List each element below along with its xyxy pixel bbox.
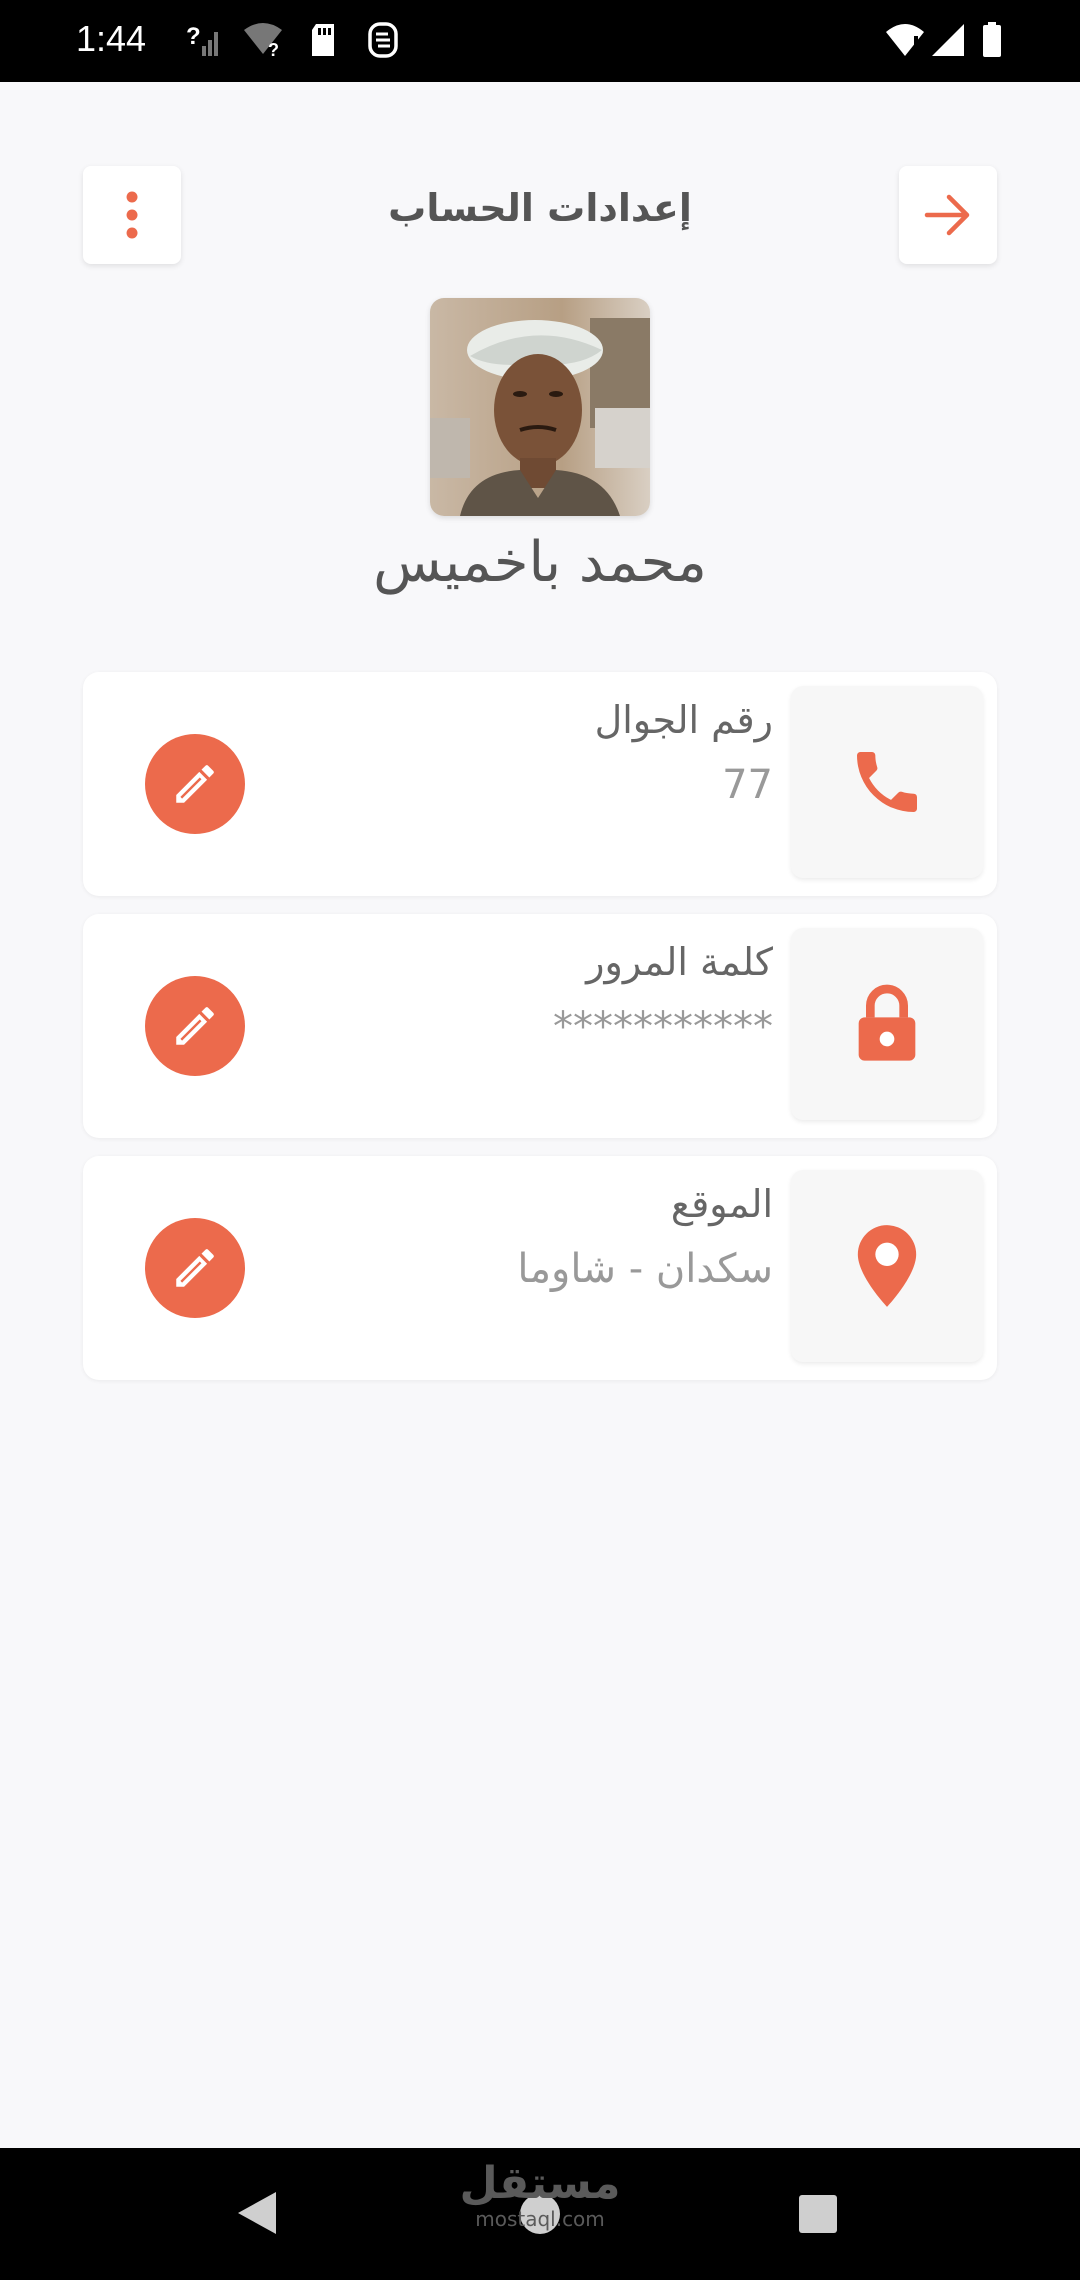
avatar[interactable] (430, 298, 650, 516)
watermark-latin: mostaql.com (475, 2207, 605, 2231)
edit-password-button[interactable] (145, 976, 245, 1076)
phone-card: رقم الجوال 77 (83, 672, 997, 896)
svg-text:?: ? (268, 40, 279, 60)
svg-text:?: ? (186, 23, 201, 50)
password-label: كلمة المرور (586, 940, 773, 984)
lock-icon (858, 984, 916, 1061)
back-nav-icon[interactable] (236, 2190, 278, 2236)
edit-location-button[interactable] (145, 1218, 245, 1318)
watermark-arabic: مستقل (459, 2158, 621, 2209)
phone-label: رقم الجوال (594, 698, 773, 742)
sd-card-icon (312, 24, 334, 56)
recents-nav-icon[interactable] (798, 2194, 838, 2234)
back-button[interactable] (899, 166, 997, 264)
menu-button[interactable] (83, 166, 181, 264)
pencil-icon (176, 1249, 214, 1287)
location-icon-box (791, 1170, 983, 1362)
wifi-icon (886, 24, 924, 56)
location-pin-icon (857, 1225, 917, 1307)
edit-phone-button[interactable] (145, 734, 245, 834)
location-card: الموقع سكدان - شاوما (83, 1156, 997, 1380)
lock-icon-box (791, 928, 983, 1120)
page-title: إعدادات الحساب (388, 186, 692, 230)
status-time: 1:44 (76, 18, 147, 59)
phone-icon (857, 752, 917, 812)
user-name: محمد باخميس (373, 530, 707, 595)
cell-signal-icon (932, 24, 964, 56)
phone-icon-box (791, 686, 983, 878)
battery-icon (983, 22, 1001, 57)
watermark: مستقل mostaql.com (430, 2158, 650, 2231)
arrow-forward-icon (924, 194, 970, 236)
pencil-icon (176, 765, 214, 803)
sync-icon (368, 22, 398, 58)
signal-unknown-icon: ? (186, 23, 218, 56)
phone-value: 77 (722, 762, 773, 808)
more-vert-icon (126, 191, 138, 239)
password-value: *********** (553, 1004, 773, 1050)
location-label: الموقع (670, 1182, 773, 1226)
status-bar: 1:44 ? ? (0, 0, 1080, 82)
pencil-icon (176, 1007, 214, 1045)
password-card: كلمة المرور *********** (83, 914, 997, 1138)
wifi-unknown-icon: ? (244, 23, 282, 60)
location-value: سكدان - شاوما (517, 1246, 773, 1292)
